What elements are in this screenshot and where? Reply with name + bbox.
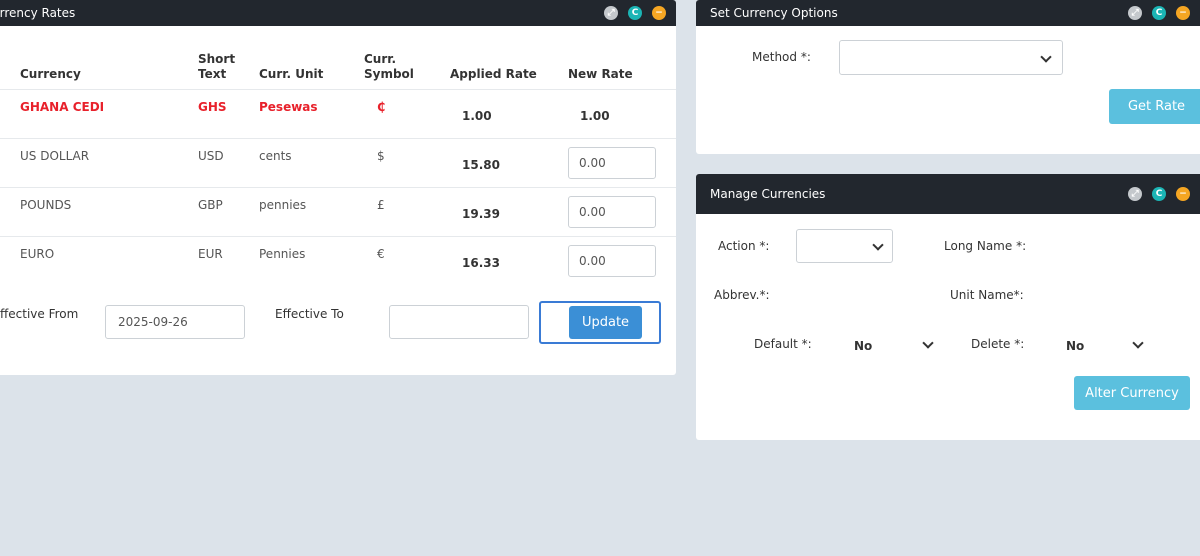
table-row: US DOLLAR USD cents $ 15.80 0.00 (0, 138, 676, 188)
new-rate-input-value: 0.00 (579, 156, 606, 170)
short-text: USD (198, 149, 224, 163)
get-rate-button-label: Get Rate (1127, 99, 1186, 114)
panel-title: urrency Rates (0, 6, 76, 20)
table-row: POUNDS GBP pennies £ 19.39 0.00 (0, 187, 676, 237)
delete-select-value: No (1066, 339, 1085, 353)
curr-unit: Pesewas (259, 100, 318, 114)
short-text: GBP (198, 198, 223, 212)
currency-rates-panel: urrency Rates ⤢ C − Currency Short Text … (0, 0, 676, 375)
collapse-icon[interactable]: − (652, 6, 666, 20)
panel-controls: ⤢ C − (1128, 187, 1200, 201)
delete-select[interactable]: No (1058, 332, 1148, 358)
new-rate-input-value: 0.00 (579, 205, 606, 219)
panel-header: Set Currency Options ⤢ C − (696, 0, 1200, 26)
effective-from-input[interactable]: 2025-09-26 (105, 305, 245, 339)
method-select[interactable] (839, 40, 1063, 75)
expand-icon[interactable]: ⤢ (1128, 6, 1142, 20)
get-rate-button[interactable]: Get Rate (1109, 89, 1200, 124)
curr-symbol: € (377, 247, 385, 261)
default-label: Default *: (754, 337, 812, 351)
set-currency-options-panel: Set Currency Options ⤢ C − Method *: Get… (696, 0, 1200, 154)
alter-currency-button[interactable]: Alter Currency (1074, 376, 1190, 410)
unit-name-label: Unit Name*: (950, 288, 1024, 302)
curr-unit: pennies (259, 198, 307, 212)
currency-name: POUNDS (20, 198, 72, 212)
new-rate-value: 1.00 (580, 109, 610, 123)
chevron-down-icon (922, 337, 934, 349)
update-button-label: Update (581, 315, 630, 330)
effective-from-label: ffective From (0, 307, 79, 321)
col-header-currency: Currency (20, 67, 81, 81)
table-row: GHANA CEDI GHS Pesewas ₵ 1.00 1.00 (0, 89, 676, 139)
col-header-curr-symbol-line1: Curr. (364, 52, 397, 66)
action-label: Action *: (718, 239, 770, 253)
long-name-label: Long Name *: (944, 239, 1027, 253)
applied-rate: 1.00 (462, 109, 492, 123)
method-label: Method *: (752, 50, 811, 64)
curr-symbol: $ (377, 149, 385, 163)
action-select[interactable] (796, 229, 893, 263)
currency-name: US DOLLAR (20, 149, 90, 163)
manage-currencies-panel: Manage Currencies ⤢ C − Action *: Long N… (696, 174, 1200, 440)
chevron-down-icon (872, 239, 884, 251)
col-header-curr-symbol-line2: Symbol (364, 67, 414, 81)
alter-currency-button-label: Alter Currency (1085, 385, 1179, 401)
default-select-value: No (854, 339, 873, 353)
short-text: GHS (198, 100, 227, 114)
table-row: EURO EUR Pennies € 16.33 0.00 (0, 236, 676, 286)
refresh-icon[interactable]: C (1152, 187, 1166, 201)
expand-icon[interactable]: ⤢ (604, 6, 618, 20)
curr-unit: cents (259, 149, 292, 163)
effective-to-label: Effective To (275, 307, 344, 321)
new-rate-input[interactable]: 0.00 (568, 245, 656, 277)
col-header-new-rate: New Rate (568, 67, 633, 81)
refresh-icon[interactable]: C (1152, 6, 1166, 20)
panel-header: urrency Rates ⤢ C − (0, 0, 676, 26)
new-rate-input[interactable]: 0.00 (568, 147, 656, 179)
curr-symbol: ₵ (377, 100, 386, 114)
panel-title: Set Currency Options (710, 6, 838, 20)
panel-title: Manage Currencies (710, 187, 826, 201)
short-text: EUR (198, 247, 223, 261)
new-rate-input[interactable]: 0.00 (568, 196, 656, 228)
effective-to-input[interactable] (389, 305, 529, 339)
col-header-short-text-line1: Short (198, 52, 236, 66)
currency-name: EURO (20, 247, 55, 261)
abbrev-label: Abbrev.*: (714, 288, 770, 302)
panel-header: Manage Currencies ⤢ C − (696, 174, 1200, 214)
curr-symbol: £ (377, 198, 385, 212)
update-button[interactable]: Update (569, 306, 642, 339)
panel-controls: ⤢ C − (1128, 6, 1200, 20)
applied-rate: 16.33 (462, 256, 500, 270)
panel-controls: ⤢ C − (604, 6, 676, 20)
refresh-icon[interactable]: C (628, 6, 642, 20)
currency-name: GHANA CEDI (20, 100, 105, 114)
applied-rate: 19.39 (462, 207, 500, 221)
collapse-icon[interactable]: − (1176, 187, 1190, 201)
effective-from-value: 2025-09-26 (118, 315, 188, 329)
new-rate-input-value: 0.00 (579, 254, 606, 268)
chevron-down-icon (1040, 51, 1052, 63)
collapse-icon[interactable]: − (1176, 6, 1190, 20)
delete-label: Delete *: (971, 337, 1025, 351)
curr-unit: Pennies (259, 247, 306, 261)
applied-rate: 15.80 (462, 158, 500, 172)
default-select[interactable]: No (846, 332, 936, 358)
col-header-curr-unit: Curr. Unit (259, 67, 324, 81)
col-header-short-text-line2: Text (198, 67, 227, 81)
col-header-applied-rate: Applied Rate (450, 67, 537, 81)
chevron-down-icon (1132, 337, 1144, 349)
expand-icon[interactable]: ⤢ (1128, 187, 1142, 201)
